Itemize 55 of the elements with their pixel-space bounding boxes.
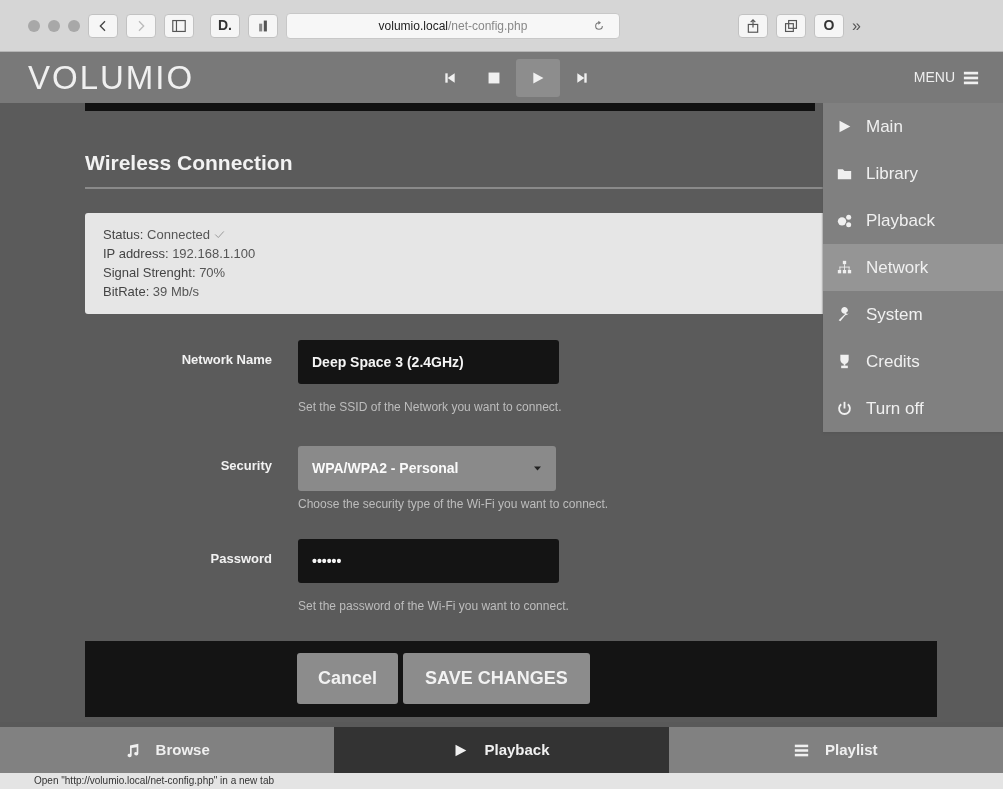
status-line: BitRate: 39 Mb/s — [103, 282, 200, 301]
help-text: Set the password of the Wi-Fi you want to connect. — [298, 597, 569, 615]
help-text: Choose the security type of the Wi-Fi you want to connect. — [298, 495, 609, 513]
menu-item[interactable]: Credits — [823, 338, 1003, 385]
app-logo: VOLUMIO — [28, 61, 196, 94]
play-icon — [531, 70, 545, 85]
help-text: Set the SSID of the Network you want to connect. — [298, 398, 562, 416]
stop-icon — [487, 70, 501, 85]
sidebar-button[interactable] — [164, 13, 194, 38]
password-field[interactable]: •••••• — [298, 538, 559, 583]
menu-item[interactable]: Network — [823, 244, 1003, 291]
menu-item[interactable]: System — [823, 291, 1003, 338]
previous-icon — [443, 70, 457, 85]
tabs-icon — [784, 18, 798, 33]
next-icon — [575, 70, 589, 85]
bars-icon — [256, 18, 270, 33]
status-line: Status: Connected — [103, 225, 210, 244]
tabs-button[interactable] — [776, 13, 806, 38]
status-line: Signal Strenght: 70% — [103, 263, 226, 282]
menu-icon[interactable] — [963, 69, 979, 86]
cancel-button[interactable]: Cancel — [297, 653, 399, 704]
footer-tab[interactable]: Playlist — [668, 727, 1003, 773]
status-line: IP address: 192.168.1.100 — [103, 244, 256, 263]
share-button[interactable] — [738, 13, 768, 38]
security-dropdown[interactable]: WPA/WPA2 - Personal — [298, 445, 556, 491]
extension-button[interactable] — [248, 13, 278, 38]
field-label: Network Name — [180, 350, 272, 369]
power-icon — [837, 401, 852, 416]
trophy-icon — [837, 354, 852, 369]
address-text: volumio.local/net-config.php — [378, 17, 528, 35]
save-button[interactable]: SAVE CHANGES — [403, 653, 590, 704]
play-icon — [453, 742, 469, 758]
menu-item[interactable]: Main — [823, 103, 1003, 150]
footer-tab[interactable]: Playback — [334, 727, 669, 773]
sidebar-icon — [171, 18, 187, 33]
share-icon — [746, 17, 760, 34]
extension-button[interactable]: D. — [210, 13, 240, 38]
play-icon — [837, 119, 852, 134]
field-label: Password — [209, 549, 272, 568]
menu-item[interactable]: Playback — [823, 197, 1003, 244]
network-name-field[interactable]: Deep Space 3 (2.4GHz) — [298, 339, 559, 384]
menu-button[interactable]: MENU — [913, 67, 955, 88]
field-label: Security — [219, 456, 272, 475]
footer-tab[interactable]: Browse — [0, 727, 335, 773]
list-icon — [794, 742, 810, 758]
menu-item[interactable]: Turn off — [823, 385, 1003, 432]
reload-icon[interactable] — [593, 19, 605, 32]
back-button[interactable] — [88, 13, 118, 38]
address-bar[interactable]: volumio.local/net-config.php — [286, 12, 620, 39]
sitemap-icon — [837, 260, 852, 275]
folder-icon — [837, 166, 852, 181]
overflow-button[interactable]: » — [852, 13, 861, 38]
status-bar-text: Open "http://volumio.local/net-config.php" in a new tab — [0, 773, 1003, 789]
play-button[interactable] — [516, 58, 560, 97]
extension-button[interactable]: O — [814, 13, 844, 38]
